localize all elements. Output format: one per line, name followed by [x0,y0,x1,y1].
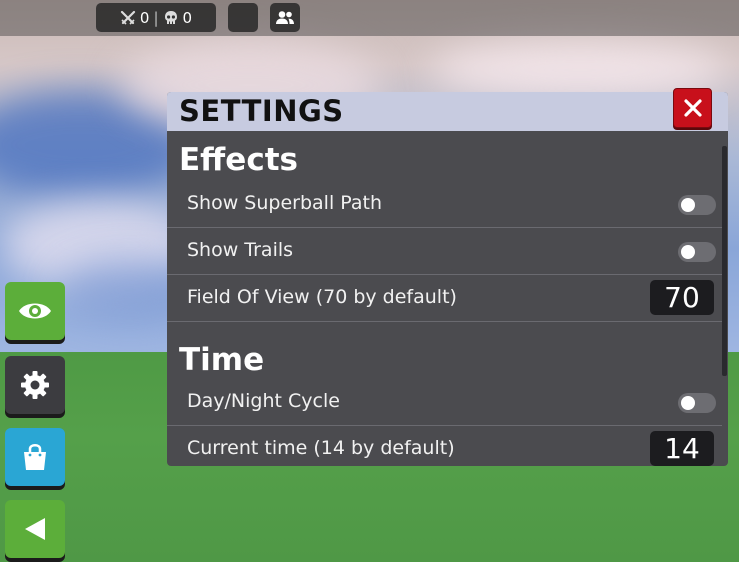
eye-icon [19,303,51,319]
setting-label: Field Of View (70 by default) [187,286,457,308]
setting-row-field-of-view: Field Of View (70 by default) 70 [167,275,722,322]
top-bar: 0 | 0 [0,0,739,36]
people-icon [276,10,294,24]
setting-row-current-time: Current time (14 by default) 14 [167,426,722,466]
close-icon [683,99,702,117]
setting-row-day-night-cycle: Day/Night Cycle [167,379,722,426]
show-superball-path-toggle[interactable] [678,195,716,215]
setting-row-show-superball-path: Show Superball Path [167,181,722,228]
settings-scrollbar[interactable] [722,146,727,376]
settings-button[interactable] [5,356,65,414]
back-button[interactable] [5,500,65,558]
shopping-bag-icon [24,444,46,470]
setting-label: Day/Night Cycle [187,390,340,412]
toggle-knob [681,245,695,259]
section-title-time: Time [179,342,265,378]
close-button[interactable] [673,88,712,128]
field-of-view-input[interactable]: 70 [650,280,714,315]
current-time-input[interactable]: 14 [650,431,714,466]
show-trails-toggle[interactable] [678,242,716,262]
deaths-count: 0 [182,8,193,27]
settings-header: SETTINGS [167,92,728,131]
toggle-knob [681,198,695,212]
setting-label: Show Trails [187,239,294,261]
menu-button[interactable] [228,3,258,32]
crossed-swords-icon [120,10,136,25]
shop-button[interactable] [5,428,65,486]
players-button[interactable] [270,3,300,32]
setting-label: Current time (14 by default) [187,437,455,459]
setting-row-show-trails: Show Trails [167,228,722,275]
settings-panel: SETTINGS Effects Show Superball Path Sho… [167,92,728,466]
section-title-effects: Effects [179,142,298,178]
toggle-knob [681,396,695,410]
skull-icon [164,10,177,24]
kill-death-counter: 0 | 0 [96,3,216,32]
eye-button[interactable] [5,282,65,340]
settings-title: SETTINGS [179,94,344,128]
triangle-left-icon [25,518,45,540]
gear-icon [21,371,49,399]
separator: | [153,8,159,27]
setting-label: Show Superball Path [187,192,383,214]
kills-count: 0 [139,8,150,27]
day-night-cycle-toggle[interactable] [678,393,716,413]
